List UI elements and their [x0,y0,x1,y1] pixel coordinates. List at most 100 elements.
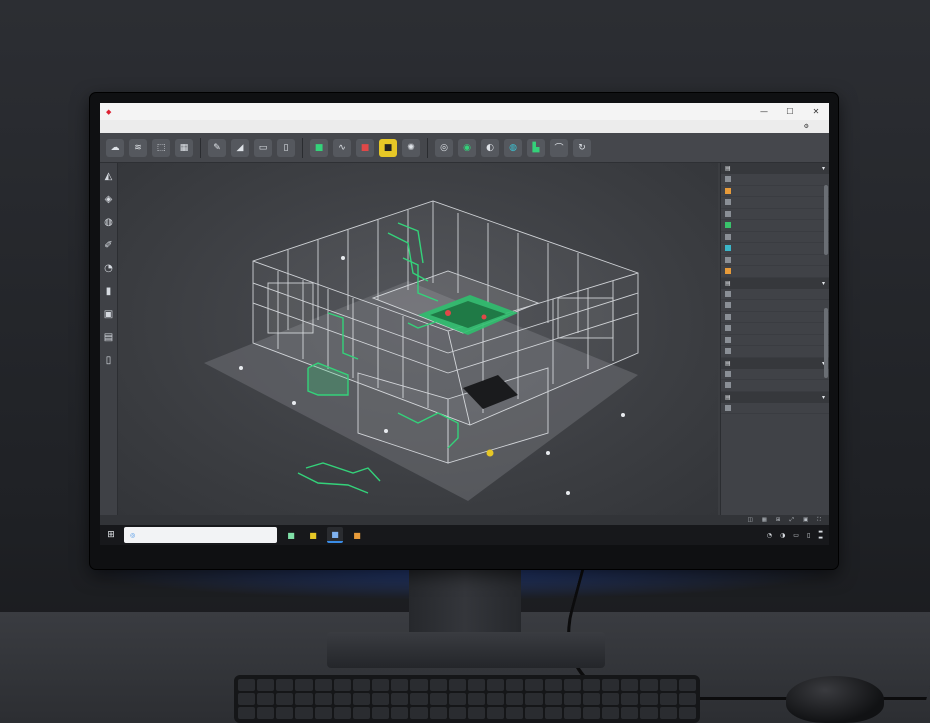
tray-app-icon[interactable]: ▯ [807,532,810,539]
property-row[interactable] [721,335,829,346]
close-button[interactable]: ✕ [803,103,829,120]
panel-scrollbar[interactable] [824,308,828,378]
view-cube-icon[interactable]: ▣ [803,517,808,524]
component-icon[interactable]: ◎ [435,138,453,157]
layers-icon[interactable]: ≋ [129,138,147,157]
fullscreen-icon[interactable]: ⛶ [817,517,821,524]
layer-row[interactable] [721,243,829,255]
material-row[interactable] [721,369,829,380]
ortho-icon[interactable]: ⊞ [776,517,781,524]
status-bar: ◫ ▦ ⊞ ⤢ ▣ ⛶ [100,515,829,525]
color-icon[interactable]: ■ [356,138,374,157]
select-icon[interactable]: ⬚ [152,138,170,157]
cube-icon[interactable]: ▣ [104,309,113,320]
layer-swatch [725,199,731,206]
grid-icon[interactable]: ▦ [175,138,193,157]
material-row[interactable] [721,380,829,392]
zoom-icon[interactable]: ◍ [104,217,113,228]
property-row[interactable] [721,312,829,323]
tray-sound-icon[interactable]: ◑ [780,532,785,539]
erase-icon[interactable]: ◢ [231,138,249,157]
folder-app-icon[interactable]: ■ [349,527,365,543]
files-app-icon[interactable]: ■ [305,527,321,543]
layer-swatch [725,187,731,194]
layer-swatch [725,222,731,229]
layer-row[interactable] [721,266,829,278]
panel-title-properties: ▤ [725,279,731,287]
pan-icon[interactable]: ◈ [105,194,113,205]
panel-title-layers: ▤ [725,165,731,172]
tray-network-icon[interactable]: ◔ [767,532,772,539]
ribbon-toolbar: ☁ ≋ ⬚ ▦ ✎ ◢ ▭ ▯ ■ ∿ ■ ■ ✺ ◎ ◉ ◐ ◍ ▙ ⌒ ↻ [100,133,829,163]
panel-header-display: ▤ ▾ [721,391,829,403]
material-swatch [725,382,731,389]
minimize-button[interactable]: — [751,103,777,120]
panel-menu-icon[interactable]: ▾ [822,165,825,172]
save-icon[interactable]: ▯ [277,138,295,157]
panel-scrollbar[interactable] [824,185,828,255]
property-swatch [725,325,731,332]
cad-app-icon[interactable]: ■ [327,527,343,543]
layer-row[interactable] [721,174,829,186]
maximize-button[interactable]: ☐ [777,103,803,120]
layer-row[interactable] [721,197,829,209]
pencil-icon[interactable]: ✎ [208,138,226,157]
settings-icon[interactable]: ⚙ [804,123,809,130]
component-tool-icon[interactable]: ▤ [104,332,113,343]
measure-icon[interactable]: ◔ [104,263,113,274]
property-row[interactable] [721,346,829,358]
orbit-icon[interactable]: ◭ [105,171,113,182]
building-wireframe [252,200,639,464]
taskbar-search[interactable]: ◎ [124,527,277,543]
app-icon: ◆ [106,107,112,116]
layer-row[interactable] [721,209,829,220]
property-row[interactable] [721,300,829,312]
settings-gear-icon[interactable]: ✺ [402,138,420,157]
mouse [786,676,884,723]
tray-battery-icon[interactable]: ▭ [793,532,799,539]
layer-row[interactable] [721,255,829,266]
folder-icon[interactable]: ▭ [254,138,272,157]
layer-row[interactable] [721,232,829,243]
material-icon[interactable]: ■ [379,138,397,157]
monitor-stand-base [327,632,605,668]
display-row[interactable] [721,403,829,414]
cloud-icon[interactable]: ☁ [106,138,124,157]
render-icon[interactable]: ■ [310,138,328,157]
document-icon[interactable]: ▯ [106,355,112,366]
toolbar-separator [200,137,201,158]
material-swatch [725,370,731,377]
cloud-sync-icon[interactable]: ◍ [504,138,522,157]
property-swatch [725,348,731,355]
wave-icon[interactable]: ∿ [333,138,351,157]
curve-icon[interactable]: ⌒ [550,138,568,157]
keyboard [234,675,700,723]
grid-toggle-icon[interactable]: ▦ [762,517,767,524]
3d-viewport[interactable] [118,163,718,515]
menu-bar: ⚙ [100,120,829,133]
layer-swatch [725,268,731,275]
display-swatch [725,404,731,411]
panel-menu-icon[interactable]: ▾ [822,394,825,401]
chat-app-icon[interactable]: ■ [283,527,299,543]
property-swatch [725,290,731,297]
property-swatch [725,336,731,343]
panel-menu-icon[interactable]: ▾ [822,280,825,287]
taskbar-clock[interactable]: ▬ ▬ [818,529,823,541]
section-icon[interactable]: ▮ [106,286,112,297]
property-row[interactable] [721,323,829,335]
panel-header-layers: ▤ ▾ [721,163,829,174]
layer-row[interactable] [721,186,829,197]
pen-icon[interactable]: ✐ [104,240,112,251]
start-icon[interactable]: ⊞ [104,528,118,542]
layer-swatch [725,210,731,217]
layer-row[interactable] [721,220,829,232]
zoom-fit-icon[interactable]: ⤢ [790,517,794,524]
robot-icon[interactable]: ◉ [458,138,476,157]
cycle-icon[interactable]: ◐ [481,138,499,157]
property-row[interactable] [721,289,829,300]
chart-icon[interactable]: ▙ [527,138,545,157]
layer-swatch [725,176,731,183]
snap-icon[interactable]: ◫ [748,517,753,524]
refresh-icon[interactable]: ↻ [573,138,591,157]
